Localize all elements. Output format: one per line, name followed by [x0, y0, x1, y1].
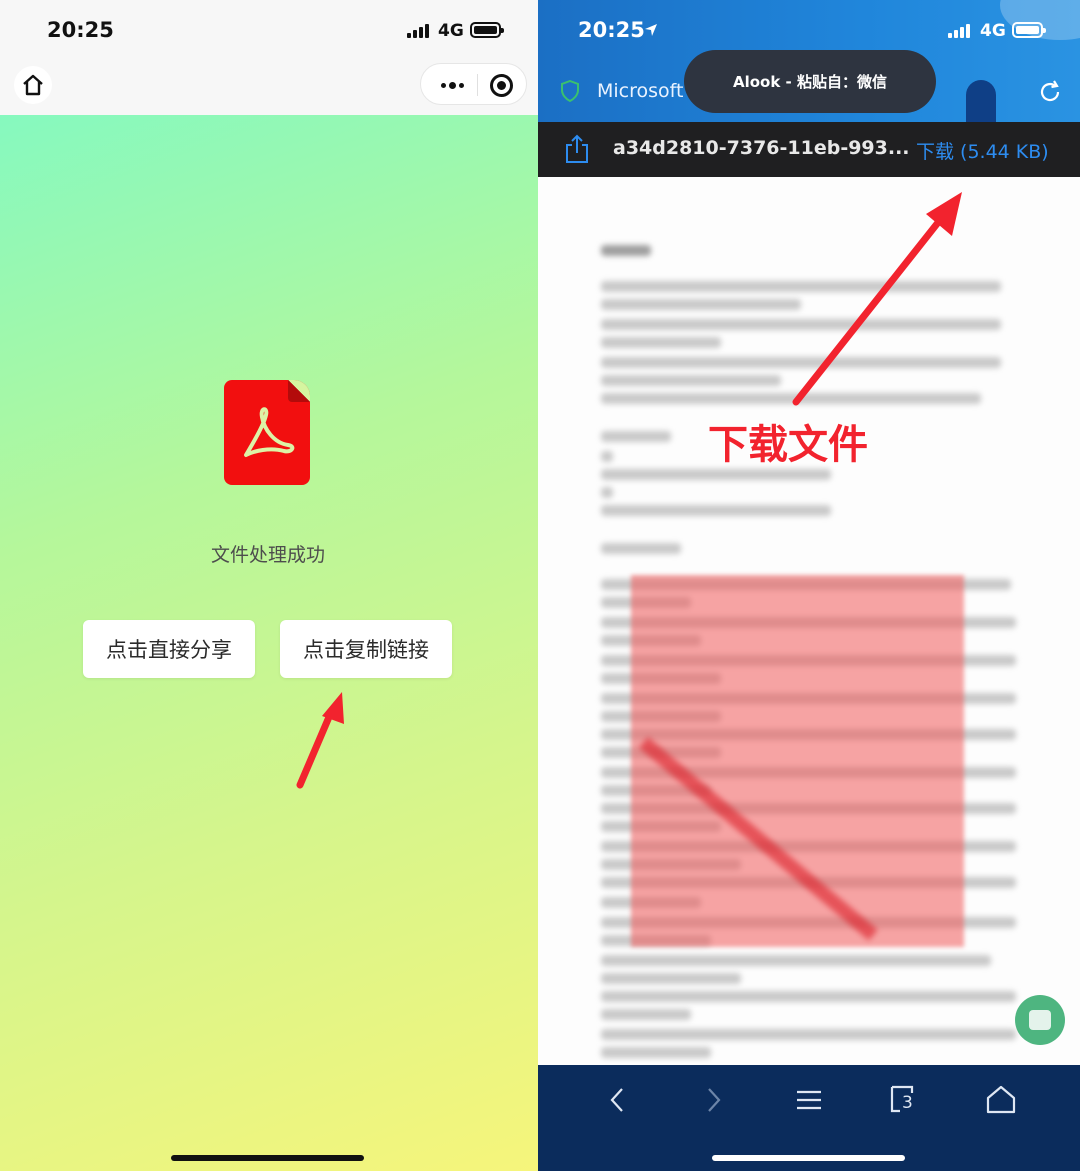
status-bar: 20:25 4G [0, 0, 538, 60]
network-type: 4G [980, 21, 1006, 41]
forward-icon[interactable] [696, 1083, 730, 1117]
status-time: 20:25 [47, 18, 114, 42]
home-icon [23, 74, 43, 96]
refresh-icon[interactable] [1036, 78, 1064, 106]
location-arrow-icon [645, 24, 657, 36]
page-title: Microsoft [597, 80, 684, 102]
highlighted-region [631, 575, 964, 947]
pdf-file-icon [224, 380, 310, 485]
copy-link-button[interactable]: 点击复制链接 [280, 620, 452, 678]
close-mini-program-icon[interactable] [490, 74, 513, 97]
mini-program-navbar [0, 60, 538, 115]
battery-icon [1012, 22, 1046, 38]
home-button[interactable] [14, 66, 52, 104]
more-options-icon[interactable] [437, 70, 467, 100]
download-file-annotation: 下载文件 [708, 422, 868, 468]
tabs-button[interactable]: 3 [888, 1083, 922, 1117]
file-name: a34d2810-7376-11eb-993... [613, 137, 910, 159]
paste-toast: Alook - 粘贴自：微信 [684, 50, 936, 113]
share-icon[interactable] [564, 134, 590, 164]
status-time: 20:25 [578, 18, 645, 42]
cellular-signal-icon [407, 24, 429, 38]
shield-icon [561, 80, 579, 102]
home-icon[interactable] [984, 1083, 1018, 1117]
download-bar: a34d2810-7376-11eb-993... 下载 (5.44 KB) [538, 122, 1080, 177]
battery-icon [470, 22, 504, 38]
share-button[interactable]: 点击直接分享 [83, 620, 255, 678]
result-page: 文件处理成功 点击直接分享 点击复制链接 [0, 115, 538, 1171]
menu-icon[interactable] [792, 1083, 826, 1117]
cellular-signal-icon [948, 24, 970, 38]
capsule-menu [420, 63, 527, 105]
right-phone-screen: 20:25 4G Microsoft Alook - 粘贴自：微信 a34d28… [538, 0, 1080, 1171]
process-success-text: 文件处理成功 [210, 544, 325, 566]
capsule-divider [477, 74, 478, 96]
network-type: 4G [438, 21, 464, 41]
home-indicator [171, 1155, 364, 1161]
floating-note-button[interactable] [1015, 995, 1065, 1045]
back-icon[interactable] [601, 1083, 635, 1117]
download-button[interactable]: 下载 (5.44 KB) [916, 137, 1049, 164]
tab-count: 3 [902, 1093, 913, 1113]
left-phone-screen: 20:25 4G 文件处理成功 点击直接分享 点击复制链接 [0, 0, 538, 1171]
document-preview [538, 177, 1080, 1065]
note-icon [1029, 1010, 1051, 1030]
home-indicator [712, 1155, 905, 1161]
